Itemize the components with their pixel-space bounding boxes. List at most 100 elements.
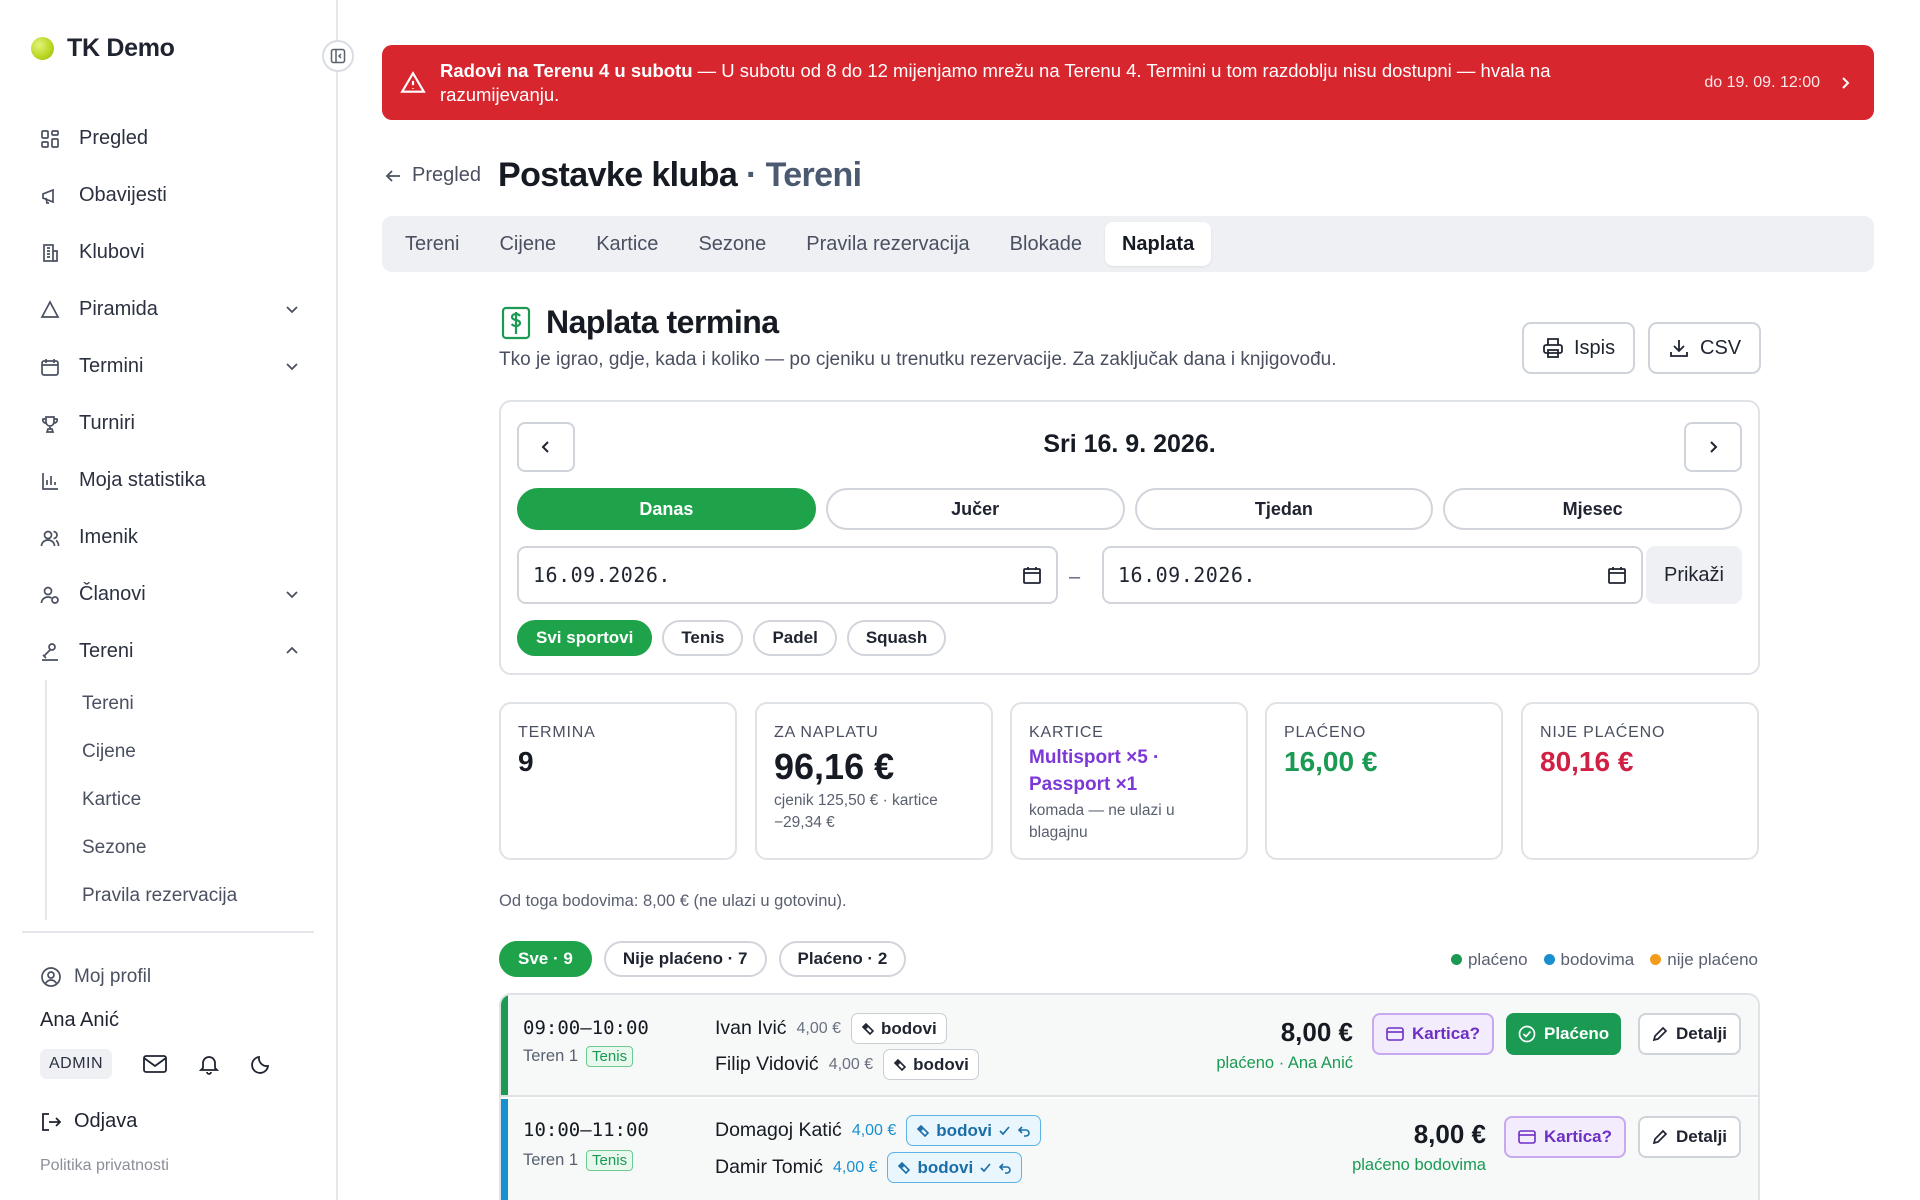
player-name: Damir Tomić: [715, 1156, 823, 1178]
subnav-item-pravila-rezervacija[interactable]: Pravila rezervacija: [47, 872, 314, 920]
period-mjesec[interactable]: Mjesec: [1443, 488, 1742, 530]
current-date: Sri 16. 9. 2026.: [1043, 430, 1216, 458]
sidebar-item-label: Obavijesti: [79, 184, 167, 206]
logout-link[interactable]: Odjava: [40, 1110, 137, 1133]
sidebar-item-label: Imenik: [79, 526, 138, 548]
credit-card-icon: [1386, 1027, 1404, 1041]
sidebar-item-label: Moja statistika: [79, 469, 206, 491]
sidebar-item-turniri[interactable]: Turniri: [24, 395, 314, 452]
profile-link[interactable]: Moj profil: [40, 966, 151, 988]
booking-amount: 8,00 € plaćeno · Ana Anić: [1216, 1017, 1353, 1073]
date-from-input[interactable]: 16.09.2026.: [517, 546, 1058, 604]
sport-chip-padel[interactable]: Padel: [753, 620, 837, 656]
ticket-icon: [898, 1161, 911, 1174]
subnav-item-sezone[interactable]: Sezone: [47, 824, 314, 872]
date-to-input[interactable]: 16.09.2026.: [1102, 546, 1643, 604]
player-row: Damir Tomić 4,00 € bodovi: [715, 1152, 1023, 1183]
print-button[interactable]: Ispis: [1522, 322, 1636, 374]
members-icon: [39, 584, 61, 606]
filter-paid[interactable]: Plaćeno · 2: [778, 941, 907, 977]
chevron-down-icon[interactable]: [284, 301, 300, 317]
card-button[interactable]: Kartica?: [1504, 1116, 1627, 1158]
section-header: Naplata termina: [500, 304, 779, 341]
tab-sezone[interactable]: Sezone: [681, 222, 783, 266]
sport-chip-all[interactable]: Svi sportovi: [517, 620, 653, 656]
tab-pravila-rezervacija[interactable]: Pravila rezervacija: [789, 222, 986, 266]
sidebar-item-imenik[interactable]: Imenik: [24, 509, 314, 566]
show-button[interactable]: Prikaži: [1646, 546, 1742, 604]
player-row: Filip Vidović 4,00 € bodovi: [715, 1049, 979, 1080]
next-day-button[interactable]: [1684, 422, 1742, 472]
details-button[interactable]: Detalji: [1638, 1116, 1742, 1158]
chevron-down-icon[interactable]: [284, 586, 300, 602]
calendar-icon[interactable]: [1022, 565, 1042, 585]
tab-tereni[interactable]: Tereni: [388, 222, 476, 266]
mail-icon[interactable]: [142, 1053, 168, 1075]
breadcrumb-back[interactable]: Pregled: [384, 164, 481, 187]
sidebar-item-termini[interactable]: Termini: [24, 338, 314, 395]
legend-label: bodovima: [1560, 950, 1635, 969]
payment-method-tag[interactable]: bodovi: [883, 1049, 979, 1080]
undo-icon[interactable]: [998, 1161, 1012, 1175]
payment-method-tag[interactable]: bodovi: [906, 1115, 1042, 1146]
booking-row[interactable]: 10:00–11:00 Teren 1 Tenis Domagoj Katić …: [501, 1099, 1758, 1200]
ticket-icon: [894, 1058, 907, 1071]
tab-naplata[interactable]: Naplata: [1104, 222, 1212, 266]
sidebar-item-klubovi[interactable]: Klubovi: [24, 224, 314, 281]
role-badge: ADMIN: [40, 1049, 113, 1079]
chevron-up-icon[interactable]: [284, 643, 300, 659]
player-price: 4,00 €: [796, 1019, 842, 1037]
bell-icon[interactable]: [198, 1053, 220, 1075]
pencil-icon: [1652, 1026, 1668, 1042]
privacy-link[interactable]: Politika privatnosti: [40, 1157, 169, 1175]
filter-all[interactable]: Sve · 9: [499, 941, 592, 977]
tab-blokade[interactable]: Blokade: [993, 222, 1099, 266]
stat-value: 80,16 €: [1540, 746, 1634, 777]
booking-row[interactable]: 09:00–10:00 Teren 1 Tenis Ivan Ivić 4,00…: [501, 995, 1758, 1097]
card-button[interactable]: Kartica?: [1372, 1013, 1495, 1055]
calendar-icon[interactable]: [1607, 565, 1627, 585]
period-danas[interactable]: Danas: [517, 488, 816, 530]
sidebar-item-label: Turniri: [79, 412, 135, 434]
sidebar-item-label: Klubovi: [79, 241, 145, 263]
sidebar-item-piramida[interactable]: Piramida: [24, 281, 314, 338]
period-jucer[interactable]: Jučer: [825, 488, 1125, 530]
csv-export-button[interactable]: CSV: [1648, 322, 1762, 374]
sidebar-collapse-button[interactable]: [322, 40, 354, 72]
sport-chip-tenis[interactable]: Tenis: [662, 620, 744, 656]
bookings-list: 09:00–10:00 Teren 1 Tenis Ivan Ivić 4,00…: [499, 993, 1760, 1200]
chevron-down-icon[interactable]: [284, 358, 300, 374]
details-button[interactable]: Detalji: [1638, 1013, 1742, 1055]
undo-icon[interactable]: [1017, 1124, 1031, 1138]
payment-method-tag[interactable]: bodovi: [851, 1013, 947, 1044]
announcement-banner[interactable]: Radovi na Terenu 4 u subotu — U subotu o…: [382, 45, 1874, 120]
date-from-value: 16.09.2026.: [533, 563, 671, 587]
booking-amount: 8,00 € plaćeno bodovima: [1352, 1119, 1486, 1175]
subnav-item-tereni[interactable]: Tereni: [47, 680, 314, 728]
sidebar-item-tereni[interactable]: Tereni: [24, 623, 314, 680]
app-name: TK Demo: [67, 34, 175, 62]
tab-cijene[interactable]: Cijene: [482, 222, 573, 266]
sidebar-item-pregled[interactable]: Pregled: [24, 110, 314, 167]
moon-icon[interactable]: [250, 1053, 272, 1075]
pencil-icon: [1652, 1129, 1668, 1145]
sidebar-item-clanovi[interactable]: Članovi: [24, 566, 314, 623]
subnav-item-kartice[interactable]: Kartice: [47, 776, 314, 824]
court-name: Teren 1: [523, 1047, 579, 1065]
period-tjedan[interactable]: Tjedan: [1134, 488, 1434, 530]
payment-method-tag[interactable]: bodovi: [887, 1152, 1023, 1183]
sport-chip-squash[interactable]: Squash: [846, 620, 947, 656]
player-price: 4,00 €: [851, 1121, 897, 1139]
brand[interactable]: TK Demo: [31, 34, 175, 63]
booking-time: 09:00–10:00: [523, 1017, 649, 1039]
tab-kartice[interactable]: Kartice: [579, 222, 675, 266]
paid-button[interactable]: Plaćeno: [1506, 1013, 1622, 1055]
sidebar-item-moja-statistika[interactable]: Moja statistika: [24, 452, 314, 509]
filter-unpaid[interactable]: Nije plaćeno · 7: [603, 941, 767, 977]
status-bar-paid: [501, 995, 508, 1095]
ticket-icon: [917, 1124, 930, 1137]
booking-time: 10:00–11:00: [523, 1119, 649, 1141]
sidebar-item-obavijesti[interactable]: Obavijesti: [24, 167, 314, 224]
tag-label: bodovi: [917, 1157, 974, 1177]
subnav-item-cijene[interactable]: Cijene: [47, 728, 314, 776]
